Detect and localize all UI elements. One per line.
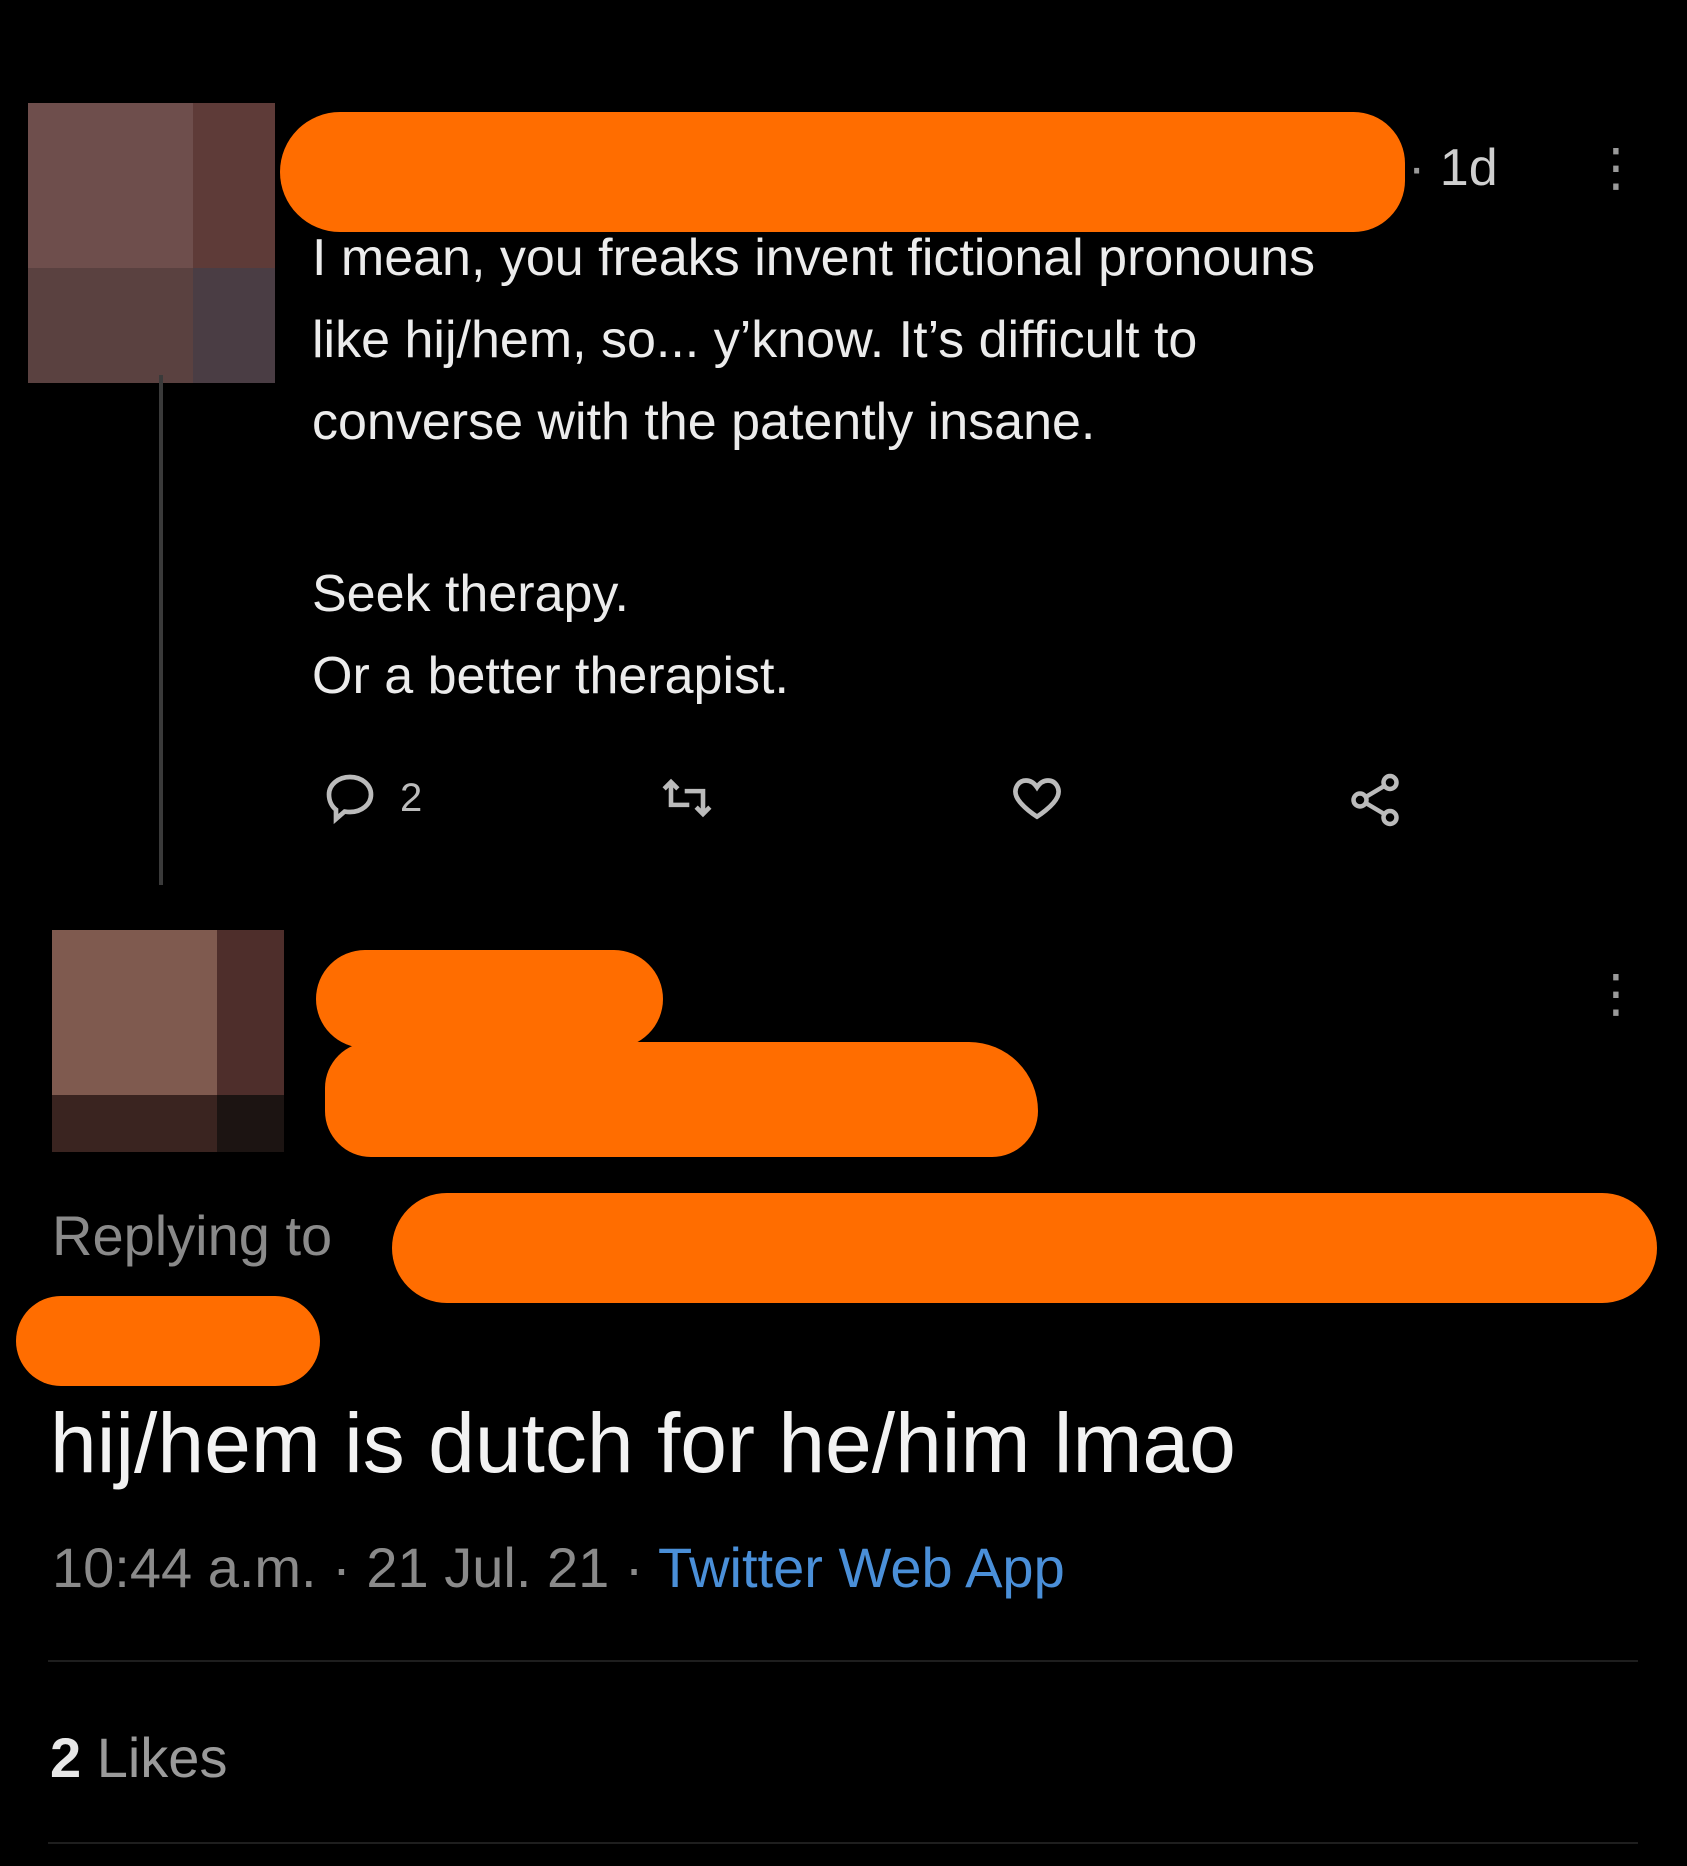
likes-count[interactable]: 2 Likes [50,1725,227,1790]
tweet-text-line: like hij/hem, so... y’know. It’s difficu… [312,311,1198,369]
likes-number: 2 [50,1726,82,1789]
replying-to-label: Replying to [52,1204,333,1267]
more-options-icon[interactable]: ⋮ [1590,968,1642,1020]
divider [48,1660,1638,1662]
source-app-link[interactable]: Twitter Web App [658,1536,1065,1599]
quoted-tweet-closing: Seek therapy. Or a better therapist. [312,553,789,717]
quoted-user-avatar[interactable] [28,103,275,383]
share-icon [1351,773,1399,827]
share-button[interactable] [1343,770,1407,830]
more-options-icon[interactable]: ⋮ [1590,142,1642,194]
reply-user-avatar[interactable] [52,930,284,1152]
reply-count: 2 [400,775,423,820]
redacted-username [280,112,1405,232]
redacted-handle [325,1042,1038,1157]
tweet-text-line: I mean, you freaks invent fictional pron… [312,229,1316,287]
like-button[interactable] [1007,770,1067,826]
likes-label: Likes [96,1726,228,1789]
tweet-text-line: Seek therapy. [312,565,630,623]
tweet-time: 10:44 a.m. [52,1536,317,1599]
reply-button[interactable]: 2 [322,770,422,826]
tweet-text-line: Or a better therapist. [312,647,789,705]
redacted-mention[interactable] [16,1296,320,1386]
retweet-button[interactable] [655,770,719,826]
heart-icon [1013,778,1061,820]
quoted-tweet-text: I mean, you freaks invent fictional pron… [312,217,1315,463]
tweet-date: 21 Jul. 21 [366,1536,610,1599]
tweet-timestamp: 10:44 a.m. · 21 Jul. 21 · Twitter Web Ap… [52,1536,1065,1599]
divider [48,1842,1638,1844]
comment-icon [326,774,374,825]
tweet-age: · 1d [1408,139,1498,197]
retweet-icon [662,778,712,818]
redacted-mention[interactable] [392,1193,1657,1303]
tweet-text: hij/hem is dutch for he/him lmao [50,1396,1236,1490]
redacted-display-name [316,950,663,1048]
thread-connector-line [159,375,163,885]
tweet-text-line: converse with the patently insane. [312,393,1096,451]
